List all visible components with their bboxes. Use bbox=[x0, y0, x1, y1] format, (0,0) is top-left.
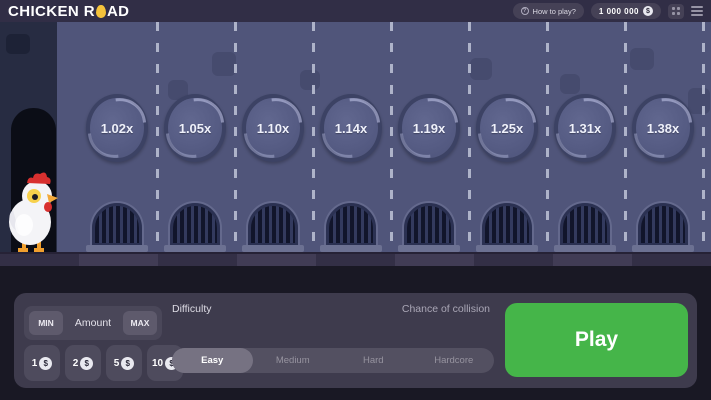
road-patch bbox=[688, 88, 710, 114]
multiplier-label: 1.02x bbox=[100, 120, 134, 136]
multiplier-label: 1.38x bbox=[646, 120, 680, 136]
sewer-grate-icon bbox=[248, 203, 298, 246]
chip-value: 10 bbox=[151, 357, 164, 369]
multiplier-label: 1.31x bbox=[568, 120, 602, 136]
multiplier-label: 1.14x bbox=[334, 120, 368, 136]
sidewalk bbox=[0, 252, 711, 266]
lane-divider bbox=[390, 22, 393, 252]
chip-value: 1 bbox=[31, 357, 38, 369]
multiplier-label: 1.25x bbox=[490, 120, 524, 136]
sewer-grate-icon bbox=[92, 203, 142, 246]
balance-amount: 1 000 000 bbox=[598, 6, 639, 16]
grid-icon[interactable] bbox=[668, 3, 684, 19]
how-to-play-label: How to play? bbox=[532, 6, 576, 16]
question-circle-icon: ? bbox=[520, 7, 529, 15]
sewer-grate-icon bbox=[638, 203, 688, 246]
difficulty-tab-easy[interactable]: Easy bbox=[172, 348, 253, 373]
how-to-play-button[interactable]: ? How to play? bbox=[512, 3, 584, 19]
sewer-grate-base bbox=[398, 245, 460, 252]
sewer-grate-icon bbox=[560, 203, 610, 246]
app-logo: CHICKEN R AD bbox=[8, 3, 129, 20]
control-panel: MIN MAX 1$2$5$10$ Difficulty Chance of c… bbox=[14, 293, 697, 388]
multiplier-disc-2: 1.05x bbox=[164, 94, 226, 162]
road-patch bbox=[470, 58, 492, 80]
multiplier-label: 1.05x bbox=[178, 120, 212, 136]
multiplier-disc-6: 1.25x bbox=[476, 94, 538, 162]
road-patch bbox=[630, 48, 654, 70]
lane-divider bbox=[546, 22, 549, 252]
play-button[interactable]: Play bbox=[505, 303, 688, 377]
chip-value: 5 bbox=[113, 357, 120, 369]
difficulty-label: Difficulty bbox=[172, 303, 212, 315]
min-bet-button[interactable]: MIN bbox=[29, 311, 63, 335]
sewer-grate-icon bbox=[326, 203, 376, 246]
lane-divider bbox=[312, 22, 315, 252]
lane-divider bbox=[702, 22, 705, 252]
sewer-grate-base bbox=[86, 245, 148, 252]
chip-value: 2 bbox=[72, 357, 79, 369]
sewer-grate-base bbox=[554, 245, 616, 252]
egg-icon bbox=[95, 4, 106, 18]
sewer-grate-base bbox=[632, 245, 694, 252]
multiplier-disc-3: 1.10x bbox=[242, 94, 304, 162]
dollar-coin-icon: $ bbox=[80, 356, 94, 370]
chance-of-collision-label: Chance of collision bbox=[401, 303, 490, 315]
game-road-area: 1.02x 1.05x 1.10x 1.14x 1.19x 1.25x 1.31x 1.38x bbox=[0, 22, 711, 252]
multiplier-label: 1.19x bbox=[412, 120, 446, 136]
chicken-character bbox=[9, 172, 58, 252]
lane-divider bbox=[468, 22, 471, 252]
lane-divider bbox=[234, 22, 237, 252]
dollar-coin-icon: $ bbox=[39, 356, 53, 370]
sewer-grate-icon bbox=[170, 203, 220, 246]
max-bet-button[interactable]: MAX bbox=[123, 311, 157, 335]
chip-button-5[interactable]: 5 $ bbox=[106, 345, 142, 381]
multiplier-disc-4: 1.14x bbox=[320, 94, 382, 162]
road-patch bbox=[212, 52, 236, 76]
sewer-grate-base bbox=[320, 245, 382, 252]
wall-patch bbox=[6, 34, 30, 54]
logo-text-right: AD bbox=[106, 2, 130, 20]
sewer-grate-base bbox=[164, 245, 226, 252]
chip-button-1[interactable]: 1 $ bbox=[24, 345, 60, 381]
lane-divider bbox=[156, 22, 159, 252]
chip-buttons-row: 1$2$5$10$ bbox=[24, 345, 183, 381]
difficulty-tabs: Easy Medium Hard Hardcore bbox=[172, 348, 494, 373]
lane-divider bbox=[624, 22, 627, 252]
sewer-grate-icon bbox=[404, 203, 454, 246]
menu-icon[interactable] bbox=[691, 5, 703, 18]
logo-text-left: CHICKEN R bbox=[8, 2, 95, 20]
sewer-grate-base bbox=[242, 245, 304, 252]
multiplier-label: 1.10x bbox=[256, 120, 290, 136]
chip-button-2[interactable]: 2 $ bbox=[65, 345, 101, 381]
road-patch bbox=[300, 70, 320, 90]
difficulty-tab-hardcore[interactable]: Hardcore bbox=[414, 348, 495, 373]
dollar-coin-icon: $ bbox=[643, 6, 653, 16]
sewer-grate-base bbox=[476, 245, 538, 252]
dollar-coin-icon: $ bbox=[121, 356, 135, 370]
difficulty-tab-medium[interactable]: Medium bbox=[253, 348, 334, 373]
multiplier-disc-1: 1.02x bbox=[86, 94, 148, 162]
multiplier-disc-5: 1.19x bbox=[398, 94, 460, 162]
sewer-grate-icon bbox=[482, 203, 532, 246]
road-patch bbox=[560, 74, 580, 94]
multiplier-disc-8: 1.38x bbox=[632, 94, 694, 162]
difficulty-tab-hard[interactable]: Hard bbox=[333, 348, 414, 373]
bet-amount-input[interactable] bbox=[63, 317, 123, 329]
top-bar: CHICKEN R AD ? How to play? 1 000 000 $ bbox=[0, 0, 711, 22]
bet-amount-row: MIN MAX bbox=[24, 306, 162, 340]
balance-display: 1 000 000 $ bbox=[590, 3, 661, 19]
multiplier-disc-7: 1.31x bbox=[554, 94, 616, 162]
